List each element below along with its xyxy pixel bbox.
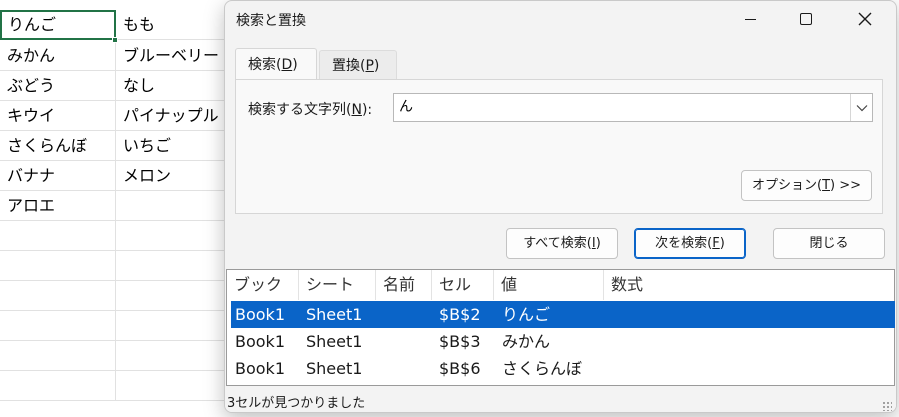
cell-B2[interactable]: ブルーベリー: [116, 41, 232, 71]
result-book: Book1: [235, 359, 285, 378]
options-button[interactable]: オプション(T) >>: [741, 170, 872, 201]
result-book: Book1: [235, 332, 285, 351]
cell-A10[interactable]: [0, 281, 116, 311]
results-list[interactable]: ブック シート 名前 セル 値 数式 Book1 Sheet1 $B$2 りんご…: [226, 269, 895, 386]
find-panel: 検索する文字列(N): ん オプション(T) >>: [235, 79, 883, 214]
cell-B10[interactable]: [116, 281, 232, 311]
results-header: ブック シート 名前 セル 値 数式: [227, 270, 894, 300]
result-value: みかん: [502, 332, 551, 351]
find-what-label: 検索する文字列(N):: [248, 102, 373, 118]
close-icon: [858, 12, 872, 26]
result-cell: $B$6: [439, 359, 481, 378]
cell-B3[interactable]: なし: [116, 71, 232, 101]
result-value: りんご: [502, 305, 551, 324]
dialog-titlebar[interactable]: 検索と置換: [225, 1, 896, 37]
find-what-combobox[interactable]: ん: [393, 93, 873, 122]
cell-A4[interactable]: キウイ: [0, 101, 116, 131]
cell-A5[interactable]: さくらんぼ: [0, 131, 116, 161]
result-sheet: Sheet1: [306, 332, 363, 351]
cell-A3[interactable]: ぶどう: [0, 71, 116, 101]
cell-A6[interactable]: バナナ: [0, 161, 116, 191]
cell-A13[interactable]: [0, 371, 116, 401]
result-value: さくらんぼ: [502, 359, 583, 378]
result-sheet: Sheet1: [306, 305, 363, 324]
cell-B13[interactable]: [116, 371, 232, 401]
status-text: 3セルが見つかりました: [227, 396, 366, 411]
find-history-dropdown[interactable]: [850, 94, 872, 121]
find-what-value[interactable]: ん: [399, 99, 413, 115]
cell-B4[interactable]: パイナップル: [116, 101, 232, 131]
column-header-name[interactable]: 名前: [376, 270, 432, 300]
result-book: Book1: [235, 305, 285, 324]
chevron-down-icon: [856, 104, 867, 111]
cell-A11[interactable]: [0, 311, 116, 341]
result-cell: $B$2: [439, 305, 481, 324]
fill-handle[interactable]: [112, 37, 118, 43]
cell-A7[interactable]: アロエ: [0, 191, 116, 221]
column-header-cell[interactable]: セル: [432, 270, 494, 300]
maximize-button[interactable]: [781, 1, 831, 37]
cell-B1[interactable]: もも: [116, 10, 232, 40]
column-header-book[interactable]: ブック: [227, 270, 299, 300]
resize-grip-icon[interactable]: [882, 401, 892, 411]
find-all-button[interactable]: すべて検索(I): [506, 228, 618, 259]
cell-A9[interactable]: [0, 251, 116, 281]
maximize-icon: [800, 13, 812, 25]
status-bar: 3セルが見つかりました: [225, 387, 896, 412]
close-window-button[interactable]: [840, 1, 890, 37]
result-row[interactable]: Book1 Sheet1 $B$3 みかん: [231, 328, 895, 355]
cell-A1[interactable]: りんご: [0, 10, 116, 40]
cell-B7[interactable]: [116, 191, 232, 221]
cell-B6[interactable]: メロン: [116, 161, 232, 191]
column-header-sheet[interactable]: シート: [299, 270, 376, 300]
result-cell: $B$3: [439, 332, 481, 351]
find-next-button[interactable]: 次を検索(F): [634, 228, 746, 259]
result-row[interactable]: Book1 Sheet1 $B$2 りんご: [231, 301, 895, 328]
column-header-value[interactable]: 値: [494, 270, 604, 300]
close-button[interactable]: 閉じる: [773, 228, 885, 259]
result-sheet: Sheet1: [306, 359, 363, 378]
cell-B11[interactable]: [116, 311, 232, 341]
cell-A12[interactable]: [0, 341, 116, 371]
result-row[interactable]: Book1 Sheet1 $B$6 さくらんぼ: [231, 355, 895, 382]
cell-B9[interactable]: [116, 251, 232, 281]
find-replace-dialog: 検索と置換 検索(D) 置換(P) 検索する文字列(N): ん オプション(T)…: [224, 0, 897, 413]
cell-B12[interactable]: [116, 341, 232, 371]
minimize-icon: [744, 18, 756, 20]
cell-A8[interactable]: [0, 221, 116, 251]
tab-replace[interactable]: 置換(P): [319, 50, 397, 80]
cell-A2[interactable]: みかん: [0, 41, 116, 71]
column-header-formula[interactable]: 数式: [604, 270, 894, 300]
tab-find[interactable]: 検索(D): [235, 48, 317, 80]
minimize-button[interactable]: [725, 1, 775, 37]
cell-B8[interactable]: [116, 221, 232, 251]
dialog-title: 検索と置換: [236, 13, 306, 29]
cell-B5[interactable]: いちご: [116, 131, 232, 161]
